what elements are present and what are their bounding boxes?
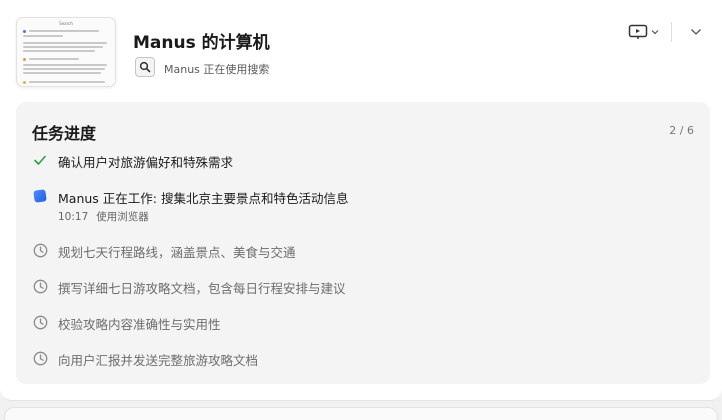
clock-icon	[32, 314, 48, 330]
screen-thumbnail[interactable]: Search	[16, 17, 116, 87]
check-icon	[32, 152, 48, 168]
panel-title: 任务进度	[32, 124, 97, 143]
search-icon	[139, 61, 151, 73]
display-icon	[628, 24, 647, 39]
chevron-down-icon	[691, 29, 701, 35]
thumbnail-title: Search	[59, 21, 73, 26]
clock-icon	[32, 278, 48, 294]
task-step: 校验攻略内容准确性与实用性	[32, 311, 692, 333]
computer-card: Search Manus 的计算机 Manus 正在使用搜索 任务进度 2 / …	[0, 0, 722, 401]
screen-view-button[interactable]	[623, 20, 663, 44]
task-step: 向用户汇报并发送完整旅游攻略文档	[32, 347, 692, 369]
clock-icon	[32, 242, 48, 258]
task-progress-panel: 任务进度 2 / 6 确认用户对旅游偏好和特殊需求 Manus 正在工作: 搜集…	[16, 102, 710, 384]
next-panel-edge	[4, 407, 718, 420]
header-divider	[671, 22, 672, 42]
step-counter: 2 / 6	[669, 124, 694, 137]
task-step-label: 撰写详细七日游攻略文档，包含每日行程安排与建议	[58, 281, 346, 296]
task-step-label: 确认用户对旅游偏好和特殊需求	[58, 155, 234, 170]
tool-chip	[135, 57, 155, 77]
task-step-label: 校验攻略内容准确性与实用性	[58, 317, 221, 332]
tool-status: Manus 正在使用搜索	[164, 63, 270, 76]
clock-icon	[32, 350, 48, 366]
task-step: 规划七天行程路线，涵盖景点、美食与交通	[32, 239, 692, 261]
step-meta: 10:17 使用浏览器	[58, 209, 149, 224]
step-time: 10:17	[58, 211, 89, 223]
task-step-label: 向用户汇报并发送完整旅游攻略文档	[58, 353, 259, 368]
step-tool: 使用浏览器	[96, 211, 149, 223]
window-title: Manus 的计算机	[133, 33, 270, 53]
task-step-active: Manus 正在工作: 搜集北京主要景点和特色活动信息	[32, 185, 692, 207]
collapse-button[interactable]	[683, 22, 709, 42]
chevron-down-icon	[651, 30, 658, 35]
task-step: 撰写详细七日游攻略文档，包含每日行程安排与建议	[32, 275, 692, 297]
task-step-label: 规划七天行程路线，涵盖景点、美食与交通	[58, 245, 296, 260]
manus-working-icon	[32, 188, 48, 204]
task-step: 确认用户对旅游偏好和特殊需求	[32, 149, 692, 171]
task-step-label: Manus 正在工作: 搜集北京主要景点和特色活动信息	[58, 191, 349, 206]
